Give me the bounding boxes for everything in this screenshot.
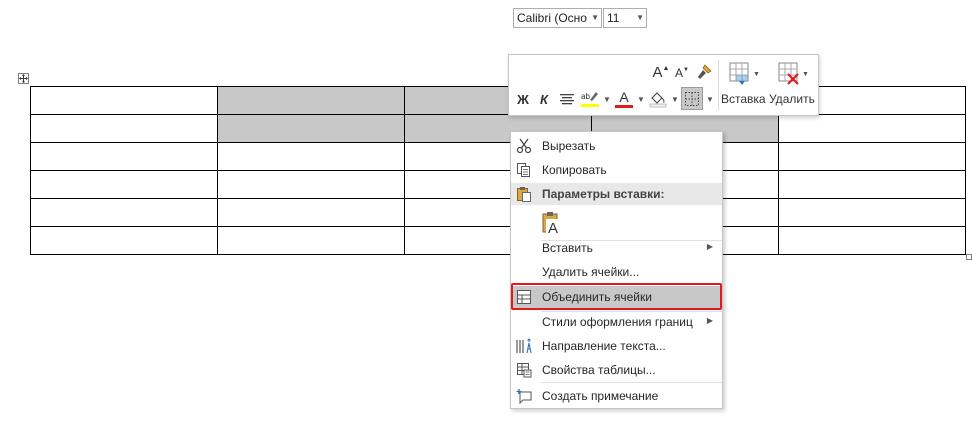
text-direction-icon xyxy=(515,338,533,354)
table-cell[interactable] xyxy=(30,226,218,255)
menu-item-delete-cells[interactable]: Удалить ячейки... xyxy=(511,261,722,283)
table-cell[interactable] xyxy=(30,170,218,199)
format-painter-icon xyxy=(698,64,712,79)
borders-button[interactable] xyxy=(681,87,703,110)
grow-font-icon: A xyxy=(652,63,663,81)
comment-icon xyxy=(515,388,533,404)
insert-label: Вставка xyxy=(721,92,766,106)
shading-button[interactable] xyxy=(648,88,668,110)
font-name-combo[interactable]: Calibri (Осно ▼ xyxy=(513,8,602,28)
copy-icon xyxy=(515,162,533,178)
menu-item-label: Вырезать xyxy=(542,139,596,153)
highlight-annotation-box xyxy=(511,283,722,310)
insert-table-button[interactable]: ▼ xyxy=(726,60,762,88)
menu-item-label: Создать примечание xyxy=(542,389,659,403)
menu-item-label: Копировать xyxy=(542,163,607,177)
table-row xyxy=(30,170,966,199)
font-color-swatch xyxy=(615,105,633,108)
menu-item-new-comment[interactable]: Создать примечание xyxy=(511,385,722,407)
svg-text:A: A xyxy=(548,220,558,235)
menu-item-copy[interactable]: Копировать xyxy=(511,159,722,181)
chevron-down-icon[interactable]: ▼ xyxy=(706,95,714,104)
table-cell[interactable] xyxy=(778,114,966,143)
bold-button[interactable]: Ж xyxy=(514,89,532,109)
table-row xyxy=(30,86,966,115)
table-cell[interactable] xyxy=(30,198,218,227)
chevron-down-icon[interactable]: ▼ xyxy=(671,95,679,104)
grow-font-button[interactable]: A ▲ xyxy=(652,62,670,82)
table-cell[interactable] xyxy=(217,198,405,227)
table-cell[interactable] xyxy=(217,170,405,199)
delete-table-button[interactable]: ▼ xyxy=(775,60,811,88)
delete-label: Удалить xyxy=(769,92,815,106)
document-table[interactable] xyxy=(30,86,966,255)
table-cell[interactable] xyxy=(778,198,966,227)
table-cell[interactable] xyxy=(30,142,218,171)
menu-item-table-properties[interactable]: Свойства таблицы... xyxy=(511,359,722,381)
svg-text:ab: ab xyxy=(581,92,590,101)
menu-item-border-styles[interactable]: Стили оформления границ ▶ xyxy=(511,311,722,333)
italic-label: К xyxy=(540,91,548,107)
chevron-down-icon[interactable]: ▼ xyxy=(637,95,645,104)
format-painter-button[interactable] xyxy=(694,62,714,82)
chevron-down-icon: ▼ xyxy=(636,13,644,22)
table-cell[interactable] xyxy=(217,142,405,171)
chevron-down-icon: ▼ xyxy=(591,13,599,22)
move-icon xyxy=(19,74,28,83)
menu-item-label: Направление текста... xyxy=(542,339,666,353)
menu-item-insert[interactable]: Вставить ▶ xyxy=(511,237,722,259)
highlight-button[interactable]: ab xyxy=(580,88,600,110)
menu-item-text-direction[interactable]: Направление текста... xyxy=(511,335,722,357)
italic-button[interactable]: К xyxy=(535,89,553,109)
table-row xyxy=(30,142,966,171)
table-cell[interactable] xyxy=(30,114,218,143)
clipboard-icon xyxy=(515,186,533,202)
context-menu: Вырезать Копировать Параметры вставки: A… xyxy=(510,131,723,409)
menu-item-label: Вставить xyxy=(542,241,593,255)
insert-table-icon xyxy=(729,62,749,85)
font-size-value: 11 xyxy=(607,11,620,25)
menu-item-label: Удалить ячейки... xyxy=(542,265,640,279)
table-cell[interactable] xyxy=(778,142,966,171)
font-size-combo[interactable]: 11 ▼ xyxy=(603,8,647,28)
submenu-arrow-icon: ▶ xyxy=(706,242,713,251)
table-row xyxy=(30,226,966,255)
table-cell[interactable] xyxy=(30,86,218,115)
font-name-value: Calibri (Осно xyxy=(517,11,587,25)
table-cell-selected[interactable] xyxy=(217,114,405,143)
paste-options-header: Параметры вставки: xyxy=(511,183,722,205)
table-cell-selected[interactable] xyxy=(217,86,405,115)
shading-icon xyxy=(649,92,667,108)
toolbar-separator xyxy=(718,60,719,110)
menu-item-label: Свойства таблицы... xyxy=(542,363,656,377)
chevron-down-icon[interactable]: ▼ xyxy=(603,95,611,104)
table-cell[interactable] xyxy=(778,226,966,255)
table-row xyxy=(30,114,966,143)
table-row xyxy=(30,198,966,227)
table-move-handle[interactable] xyxy=(18,73,29,84)
bold-label: Ж xyxy=(517,91,529,107)
paste-text-only-icon: A xyxy=(539,210,565,236)
menu-separator xyxy=(541,382,722,383)
menu-item-label: Параметры вставки: xyxy=(542,187,665,201)
menu-item-cut[interactable]: Вырезать xyxy=(511,135,722,157)
borders-icon xyxy=(685,91,699,106)
table-cell[interactable] xyxy=(217,226,405,255)
table-cell[interactable] xyxy=(778,170,966,199)
delete-table-icon xyxy=(778,62,799,85)
align-center-icon xyxy=(560,94,574,105)
font-color-label: A xyxy=(619,89,629,105)
highlight-icon: ab xyxy=(581,92,599,107)
paste-keep-text-only-option[interactable]: A xyxy=(511,208,722,238)
font-color-button[interactable]: A xyxy=(614,88,634,110)
shrink-font-button[interactable]: A ▼ xyxy=(674,64,690,82)
submenu-arrow-icon: ▶ xyxy=(706,316,713,325)
table-properties-icon xyxy=(515,362,533,378)
table-resize-handle[interactable] xyxy=(966,254,972,260)
menu-item-label: Стили оформления границ xyxy=(542,315,693,329)
shrink-font-icon: A xyxy=(675,66,684,80)
align-button[interactable] xyxy=(557,89,577,109)
scissors-icon xyxy=(515,138,533,154)
